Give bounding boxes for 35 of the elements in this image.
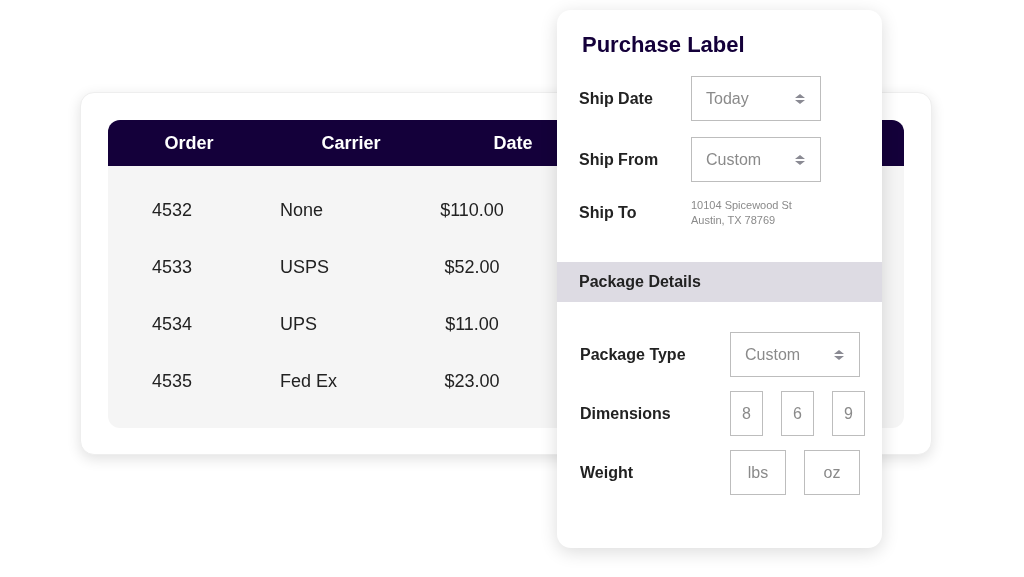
table-cell-text: Fed Ex <box>280 370 339 393</box>
panel-title: Purchase Label <box>581 31 746 59</box>
input-field[interactable]: lbs <box>730 450 786 495</box>
column-header: Date <box>492 131 534 155</box>
input-field[interactable]: 8 <box>730 391 763 436</box>
input-field[interactable]: oz <box>804 450 860 495</box>
address-text: 10104 Spicewood St Austin, TX 78769 <box>691 198 792 228</box>
table-cell-text: $23.00 <box>443 370 501 393</box>
dropdown-select[interactable]: Today <box>691 76 821 121</box>
table-cell-text: None <box>280 199 325 222</box>
up-down-icon <box>833 348 845 361</box>
table-cell-text: UPS <box>280 313 318 336</box>
input-field[interactable]: 9 <box>832 391 865 436</box>
dropdown-select[interactable]: Custom <box>691 137 821 182</box>
table-cell-text: 4532 <box>151 199 194 222</box>
field-label: Dimensions <box>580 403 672 424</box>
dropdown-select[interactable]: Custom <box>730 332 860 377</box>
table-cell-text: 4533 <box>151 256 194 279</box>
table-cell-text: $52.00 <box>443 256 501 279</box>
table-cell-text: $110.00 <box>439 199 505 222</box>
field-label: Weight <box>580 462 635 483</box>
input-field[interactable]: 6 <box>781 391 814 436</box>
field-label: Package Type <box>580 344 687 365</box>
column-header: Order <box>163 131 215 155</box>
field-label: Ship Date <box>579 88 654 109</box>
table-cell-text: USPS <box>280 256 331 279</box>
table-cell-text: $11.00 <box>444 313 500 336</box>
field-label: Ship To <box>579 203 638 223</box>
table-cell-text: 4534 <box>151 313 194 336</box>
table-cell-text: 4535 <box>151 370 194 393</box>
up-down-icon <box>794 153 806 166</box>
field-label: Ship From <box>579 149 660 170</box>
column-header: Carrier <box>320 131 382 155</box>
up-down-icon <box>794 92 806 105</box>
section-header: Package Details <box>557 262 882 302</box>
